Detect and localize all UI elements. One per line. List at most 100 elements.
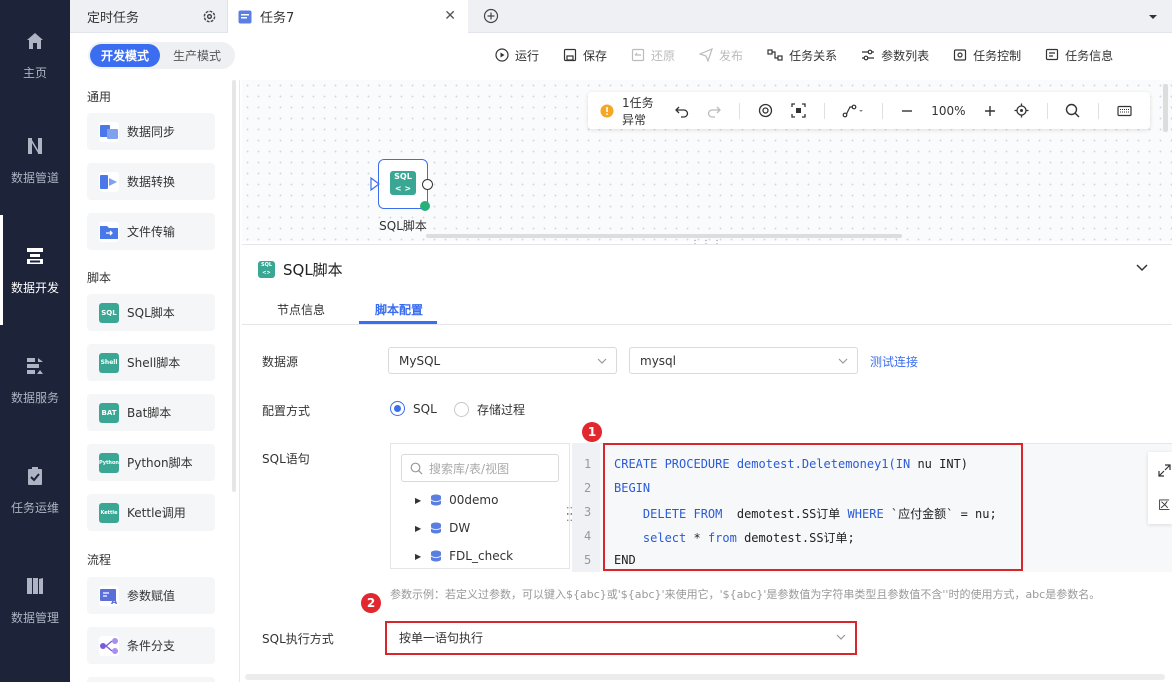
param-hint: 参数示例：若定义过参数，可以键入${abc}或'${abc}'来使用它，'${a… — [390, 588, 1101, 601]
canvas-hscrollbar[interactable] — [426, 234, 902, 238]
tree-node-database[interactable]: ▶ 00demo — [415, 493, 498, 507]
palette-item-bat[interactable]: BAT Bat脚本 — [87, 394, 215, 431]
tab-script-config[interactable]: 脚本配置 — [375, 301, 423, 318]
connector-style-icon[interactable] — [842, 104, 864, 118]
divider — [1098, 102, 1099, 119]
palette-item-python[interactable]: Python Python脚本 — [87, 444, 215, 481]
palette-label: 数据同步 — [127, 125, 176, 139]
tree-node-database[interactable]: ▶ DW — [415, 521, 470, 535]
nav-item-home[interactable]: 主页 — [0, 0, 70, 110]
sliders-icon — [861, 48, 875, 62]
nav-item-pipeline[interactable]: 数据管道 — [0, 105, 70, 215]
tree-node-database[interactable]: ▶ FDL_check — [415, 549, 513, 563]
radio-stored-procedure[interactable]: 存储过程 — [454, 401, 525, 418]
svg-text:A: A — [111, 597, 118, 605]
param-assign-icon: A — [99, 585, 119, 606]
service-icon — [24, 355, 46, 377]
datasource-type-select[interactable]: MySQL — [388, 347, 617, 374]
canvas-vscrollbar[interactable] — [1163, 84, 1168, 132]
canvas-toolbar: 1任务异常 100% — [588, 92, 1150, 129]
fit-view-icon[interactable] — [791, 103, 806, 118]
add-tab-icon[interactable] — [483, 8, 499, 27]
sql-node-icon: SQL < > — [390, 171, 416, 195]
tab-task7[interactable]: 任务7 ✕ — [228, 0, 468, 33]
search-icon[interactable] — [1065, 103, 1080, 118]
test-connection-link[interactable]: 测试连接 — [870, 353, 918, 370]
dev-mode-button[interactable]: 开发模式 — [90, 44, 160, 67]
format-button[interactable]: 区 — [1158, 496, 1170, 513]
search-icon — [410, 462, 423, 475]
layout-icon[interactable] — [758, 103, 773, 118]
nav-label: 任务运维 — [10, 500, 59, 515]
palette-item-sync[interactable]: 数据同步 — [87, 113, 215, 150]
radio-dot — [390, 401, 405, 416]
node-output-port[interactable] — [422, 179, 433, 190]
search-placeholder: 搜索库/表/视图 — [429, 461, 510, 476]
save-button[interactable]: 保存 — [563, 47, 607, 64]
branch-icon — [99, 635, 119, 656]
palette-item-kettle[interactable]: Kettle Kettle调用 — [87, 494, 215, 531]
nav-item-manage[interactable]: 数据管理 — [0, 545, 70, 655]
palette-item-more[interactable] — [87, 677, 215, 682]
nav-item-service[interactable]: 数据服务 — [0, 325, 70, 435]
sql-icon-text: SQL — [260, 262, 273, 268]
palette-scrollbar[interactable] — [232, 80, 236, 492]
panel-hscrollbar[interactable] — [245, 674, 1165, 680]
param-list-button[interactable]: 参数列表 — [861, 47, 929, 64]
palette-label: 参数赋值 — [127, 589, 176, 603]
python-icon: Python — [99, 452, 119, 473]
chevron-down-icon[interactable] — [1135, 260, 1149, 277]
nav-item-dev[interactable]: 数据开发 — [0, 215, 70, 325]
zoom-in-icon[interactable] — [984, 105, 996, 117]
gear-icon[interactable] — [202, 9, 217, 28]
select-value: mysql — [640, 353, 676, 368]
save-label: 保存 — [583, 48, 608, 63]
close-icon[interactable]: ✕ — [444, 8, 456, 24]
task-control-button[interactable]: 任务控制 — [953, 47, 1021, 64]
database-icon — [430, 494, 442, 506]
palette-item-branch[interactable]: 条件分支 — [87, 627, 215, 664]
palette-label: Kettle调用 — [127, 506, 186, 520]
task-relation-button[interactable]: 任务关系 — [767, 47, 837, 64]
tab-node-info[interactable]: 节点信息 — [277, 301, 325, 318]
nav-item-ops[interactable]: 任务运维 — [0, 435, 70, 545]
caret-down-icon[interactable] — [1148, 10, 1158, 24]
divider — [823, 102, 825, 119]
palette-item-file[interactable]: 文件传输 — [87, 213, 215, 250]
step-badge-1: 1 — [582, 422, 602, 442]
palette-label: 文件传输 — [127, 225, 176, 239]
send-icon — [699, 48, 714, 62]
highlight-box-2 — [385, 621, 857, 655]
publish-button[interactable]: 发布 — [699, 47, 743, 64]
line-number: 1 — [584, 457, 592, 471]
config-mode-label: 配置方式 — [262, 404, 311, 418]
code-brackets-icon: < > — [394, 184, 412, 193]
restore-button[interactable]: 还原 — [631, 47, 675, 64]
palette-item-assign[interactable]: A 参数赋值 — [87, 577, 215, 614]
tab-bar: 定时任务 任务7 ✕ — [70, 0, 1172, 33]
exec-mode-label: SQL执行方式 — [262, 632, 334, 646]
nav-label: 主页 — [22, 65, 47, 80]
radio-sql[interactable]: SQL — [390, 401, 437, 416]
prod-mode-button[interactable]: 生产模式 — [162, 44, 232, 67]
redo-icon[interactable] — [707, 104, 721, 118]
restore-icon — [631, 48, 645, 62]
bat-icon: BAT — [99, 402, 119, 423]
datasource-name-select[interactable]: mysql — [629, 347, 858, 374]
run-button[interactable]: 运行 — [495, 47, 539, 64]
zoom-out-icon[interactable] — [901, 105, 913, 117]
undo-icon[interactable] — [675, 104, 689, 118]
expand-icon[interactable] — [1158, 464, 1171, 480]
task-info-button[interactable]: 任务信息 — [1045, 47, 1113, 64]
keyboard-icon[interactable] — [1117, 105, 1132, 117]
locate-icon[interactable] — [1014, 103, 1029, 118]
sql-icon: SQL — [99, 302, 119, 323]
control-icon — [953, 48, 967, 62]
tab-scheduled-tasks[interactable]: 定时任务 — [70, 0, 228, 33]
palette-item-shell[interactable]: Shell Shell脚本 — [87, 344, 215, 381]
task-warning[interactable]: 1任务异常 — [600, 94, 657, 128]
node-input-port-icon[interactable] — [370, 176, 380, 194]
palette-item-sql[interactable]: SQL SQL脚本 — [87, 294, 215, 331]
palette-item-transform[interactable]: 数据转换 — [87, 163, 215, 200]
db-search-input[interactable]: 搜索库/表/视图 — [401, 454, 559, 482]
